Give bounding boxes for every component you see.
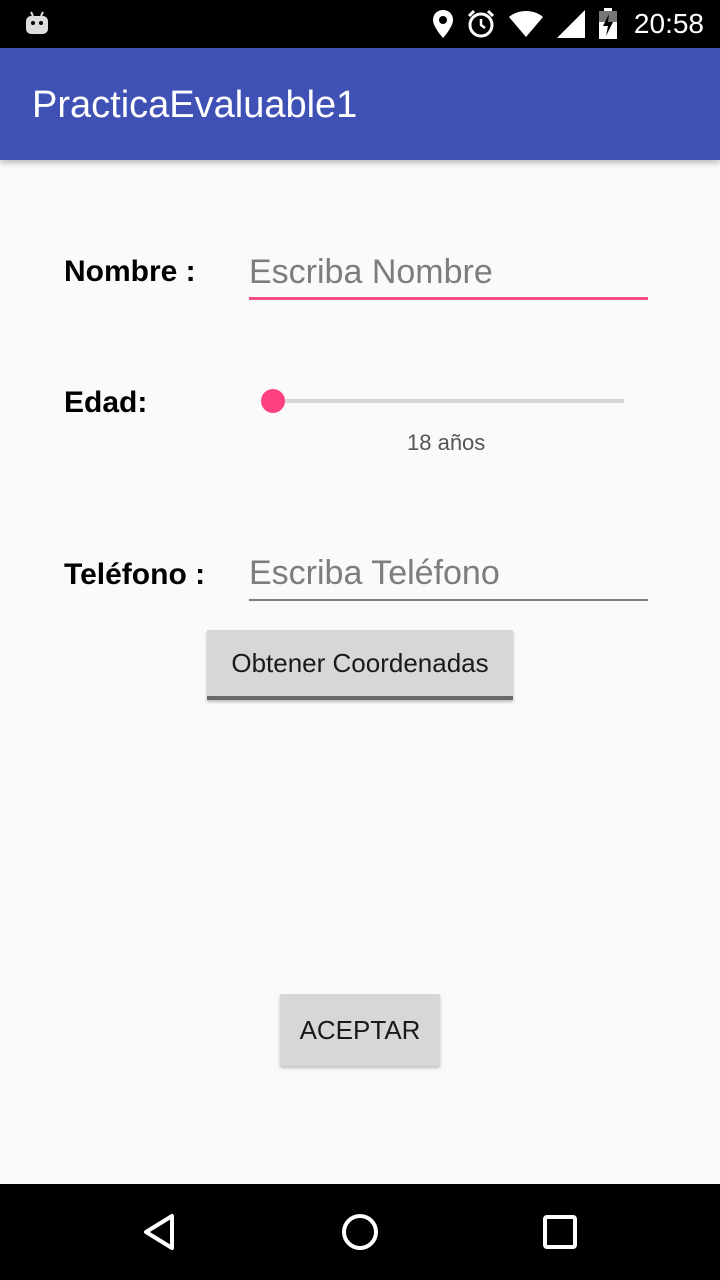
battery-charging-icon: [598, 8, 617, 39]
android-debug-icon: [26, 11, 48, 34]
name-label: Nombre :: [64, 255, 196, 288]
signal-icon: [556, 10, 585, 38]
accept-button[interactable]: ACEPTAR: [280, 994, 440, 1066]
name-underline: [249, 297, 648, 300]
name-field: [249, 250, 648, 300]
age-slider-track[interactable]: [272, 399, 624, 403]
app-bar: PracticaEvaluable1: [0, 48, 720, 160]
app-title: PracticaEvaluable1: [32, 84, 358, 126]
app-screen: 20:58 PracticaEvaluable1 Nombre : Edad: …: [0, 0, 720, 1280]
status-time: 20:58: [633, 8, 704, 39]
navigation-bar: [0, 1184, 720, 1280]
status-bar: 20:58: [0, 0, 720, 48]
phone-field: [249, 551, 648, 601]
phone-input[interactable]: [249, 551, 648, 595]
age-slider[interactable]: [260, 385, 632, 417]
age-slider-thumb[interactable]: [261, 389, 285, 413]
recents-icon[interactable]: [536, 1208, 584, 1256]
home-icon[interactable]: [336, 1208, 384, 1256]
name-input[interactable]: [249, 250, 648, 294]
wifi-icon: [508, 11, 543, 37]
location-icon: [432, 10, 453, 38]
phone-label: Teléfono :: [64, 558, 206, 591]
age-value-text: 18 años: [407, 430, 486, 455]
age-label: Edad:: [64, 386, 148, 419]
status-icons: 20:58: [432, 0, 704, 48]
phone-underline: [249, 599, 648, 601]
back-icon[interactable]: [136, 1208, 184, 1256]
get-coordinates-button[interactable]: Obtener Coordenadas: [207, 630, 513, 700]
alarm-icon: [467, 9, 494, 38]
